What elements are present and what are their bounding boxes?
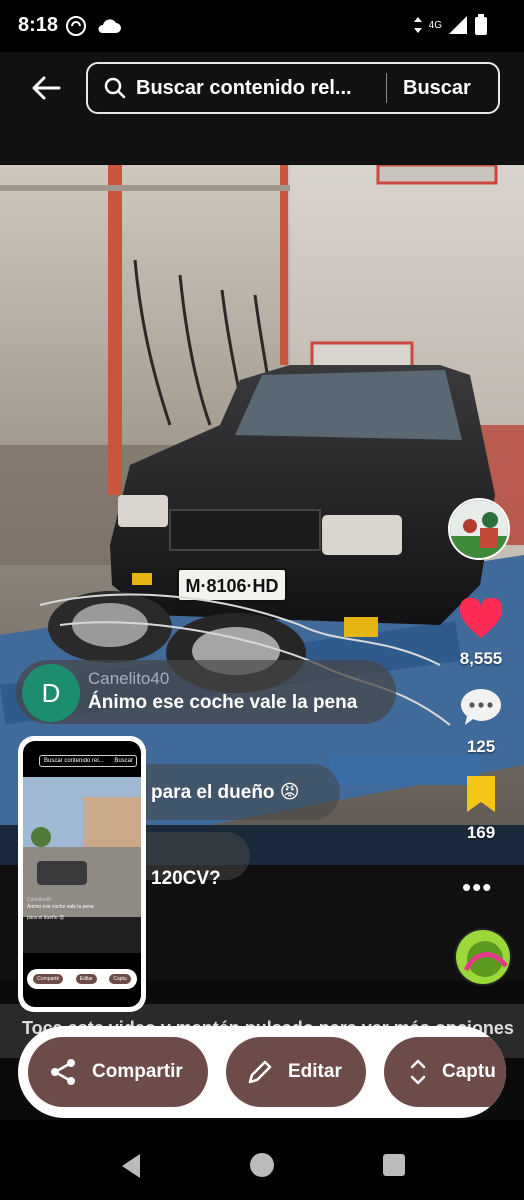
- search-input[interactable]: Buscar contenido rel...: [136, 77, 372, 100]
- expand-capture-icon: [410, 1059, 426, 1085]
- comment-text: Ánimo ese coche vale la pena: [88, 692, 358, 713]
- bookmark-icon: [467, 776, 495, 812]
- search-divider: [386, 73, 387, 103]
- thumb-video-frame: [23, 777, 141, 953]
- network-type: 4G: [428, 19, 442, 31]
- thumb-search-placeholder: Buscar contenido rel...: [44, 758, 104, 764]
- status-bar: 8:18 4G: [0, 0, 524, 52]
- comment-avatar[interactable]: D: [22, 664, 80, 722]
- nav-back-icon[interactable]: [118, 1152, 144, 1180]
- edit-label: Editar: [288, 1061, 342, 1082]
- back-button[interactable]: [26, 68, 66, 108]
- comment-bubble-icon: [461, 689, 501, 725]
- screenshot-actions-toolbar: Compartir Editar Captu: [18, 1026, 506, 1118]
- more-options-button[interactable]: •••: [462, 872, 492, 903]
- capture-label: Captu: [442, 1061, 496, 1082]
- thumb-search-button: Buscar: [114, 758, 133, 764]
- author-avatar[interactable]: [448, 498, 510, 560]
- thumb-search-bar: Buscar contenido rel... Buscar: [39, 755, 137, 767]
- save-button[interactable]: 169: [452, 774, 510, 843]
- comment-text-2: para el dueño 😡: [151, 782, 300, 803]
- capture-more-button[interactable]: Captu: [384, 1037, 506, 1107]
- thumb-comment-text: Ánimo ese coche vale la pena: [27, 904, 94, 910]
- search-icon: [104, 77, 126, 99]
- screenshot-preview-content: Buscar contenido rel... Buscar Canelito4…: [23, 741, 141, 1007]
- comment-button[interactable]: 125: [452, 686, 510, 757]
- navigation-bar: [0, 1120, 524, 1200]
- comment-text-3: 120CV?: [151, 868, 221, 889]
- share-label: Compartir: [92, 1061, 183, 1082]
- search-button[interactable]: Buscar: [403, 77, 471, 100]
- music-disc[interactable]: [454, 928, 512, 986]
- status-time: 8:18: [18, 14, 59, 36]
- thumb-comment-user: Canelito40: [27, 897, 51, 903]
- comment-count: 125: [466, 737, 496, 756]
- screenshot-preview[interactable]: Buscar contenido rel... Buscar Canelito4…: [18, 736, 146, 1012]
- save-count: 169: [466, 823, 496, 842]
- data-arrows-icon: [413, 17, 422, 33]
- pencil-icon: [248, 1060, 272, 1084]
- edit-button[interactable]: Editar: [226, 1037, 366, 1107]
- battery-icon: [475, 14, 487, 35]
- back-arrow-icon: [32, 76, 61, 100]
- status-system-icons: 4G: [413, 14, 488, 36]
- comment-username[interactable]: Canelito40: [88, 669, 169, 689]
- thumb-capture-pill: Captu: [109, 974, 131, 984]
- search-bar[interactable]: Buscar contenido rel... Buscar: [86, 62, 500, 114]
- thumb-comment: Canelito40 Ánimo ese coche vale la pena …: [27, 897, 117, 922]
- thumb-share-pill: Compartir: [33, 974, 64, 984]
- share-button[interactable]: Compartir: [28, 1037, 208, 1107]
- cloud-icon: [98, 19, 121, 33]
- cloud-sync-icon: [66, 16, 86, 36]
- status-notification-icons: [64, 15, 122, 37]
- like-count: 8,555: [459, 649, 503, 668]
- license-plate: M·8106·HD: [185, 576, 278, 596]
- nav-home-icon[interactable]: [249, 1152, 275, 1178]
- nav-recents-icon[interactable]: [382, 1153, 406, 1177]
- thumb-edit-pill: Editar: [75, 974, 97, 984]
- like-button[interactable]: 8,555: [452, 597, 510, 669]
- share-icon: [51, 1059, 75, 1085]
- thumb-comment-2: para el dueño 😡: [27, 915, 65, 921]
- heart-icon: [459, 597, 503, 638]
- app-header: Buscar contenido rel... Buscar: [0, 52, 524, 164]
- thumb-toolbar: Compartir Editar Captu: [27, 969, 137, 989]
- signal-icon: [449, 16, 467, 34]
